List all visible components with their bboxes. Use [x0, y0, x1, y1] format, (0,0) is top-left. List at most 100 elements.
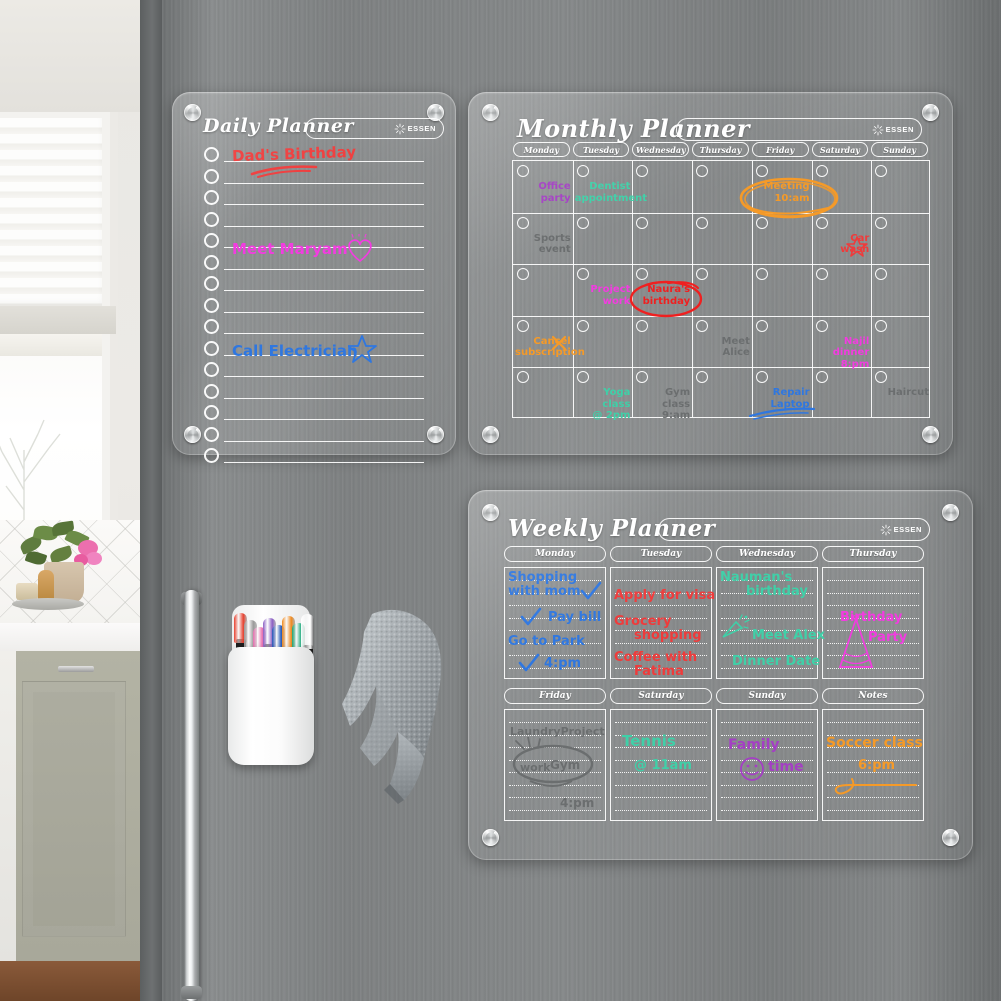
monthly-date-circle[interactable] [636, 268, 649, 281]
handle-bar [184, 590, 199, 1001]
monthly-date-circle[interactable] [696, 319, 709, 332]
monthly-date-circle[interactable] [696, 268, 709, 281]
monthly-day-header-tuesday: Tuesday [572, 142, 630, 157]
heart-icon [348, 234, 372, 263]
monthly-date-circle[interactable] [815, 216, 828, 229]
daily-checkbox[interactable] [204, 448, 219, 463]
weekly-day-header-notes: Notes [822, 688, 924, 704]
monthly-date-circle[interactable] [815, 319, 828, 332]
weekly-title-field[interactable]: ESSEN [658, 518, 930, 541]
daily-title-field[interactable]: ESSEN [305, 118, 444, 139]
weekly-note: work [520, 761, 551, 774]
monthly-date-circle[interactable] [517, 165, 529, 177]
daily-checkbox[interactable] [204, 362, 219, 377]
monthly-date-circle[interactable] [636, 216, 649, 229]
daily-checkbox[interactable] [204, 190, 219, 205]
daily-rule-line [224, 376, 424, 377]
monthly-note-9: Najil dinner 8:pm [832, 335, 870, 370]
daily-checkbox[interactable] [204, 319, 219, 334]
weekly-note: Meet Alex [752, 628, 826, 643]
weekly-note: LaundryProject [510, 725, 605, 738]
daily-checkbox[interactable] [204, 426, 219, 442]
monthly-date-circle[interactable] [576, 216, 589, 229]
monthly-date-circle[interactable] [696, 371, 709, 384]
daily-rule-line [224, 204, 424, 205]
weekly-day-header-friday: Friday [504, 688, 606, 704]
daily-checkbox[interactable] [204, 340, 219, 356]
monthly-date-circle[interactable] [815, 268, 828, 281]
daily-planner-board[interactable]: Daily Planner ESSEN Dad's Birthday Meet … [172, 92, 456, 463]
fridge-handle[interactable] [176, 590, 206, 1001]
monthly-date-circle[interactable] [576, 268, 589, 281]
weekly-rule-line [509, 630, 601, 632]
monthly-date-circle[interactable] [755, 216, 768, 229]
daily-checkbox[interactable] [204, 276, 219, 291]
daily-checkbox[interactable] [204, 383, 219, 399]
weekly-note: Pay bill [548, 610, 602, 625]
monthly-date-circle[interactable] [875, 268, 888, 281]
monthly-date-circle[interactable] [755, 268, 768, 281]
daily-checkbox[interactable] [204, 405, 219, 420]
fridge-door-gap [140, 0, 162, 1001]
cabinet-handle[interactable] [58, 666, 94, 672]
soap-tray [12, 598, 84, 610]
weekly-note: Go to Park [508, 634, 585, 649]
sunburst-icon [872, 124, 884, 136]
monthly-date-circle[interactable] [755, 371, 768, 384]
weekly-note: 4:pm [560, 796, 595, 810]
monthly-date-circle[interactable] [636, 319, 649, 332]
sunburst-icon [880, 524, 892, 536]
monthly-date-circle[interactable] [636, 371, 649, 384]
monthly-date-circle[interactable] [875, 371, 888, 384]
monthly-day-header-saturday: Saturday [811, 142, 869, 157]
monthly-date-circle[interactable] [636, 165, 649, 177]
weekly-note: shopping [634, 628, 702, 643]
monthly-note-13: Haircut [887, 387, 929, 399]
daily-checkbox[interactable] [204, 233, 219, 248]
daily-rule-line [224, 462, 424, 463]
monthly-date-circle[interactable] [815, 371, 828, 384]
monthly-date-circle[interactable] [576, 319, 589, 332]
kitchen-cabinet [0, 651, 140, 961]
monthly-date-circle[interactable] [696, 216, 709, 229]
weekly-note: Apply for visa [614, 588, 716, 603]
monthly-date-circle[interactable] [576, 371, 589, 384]
magnetic-pen-holder[interactable] [228, 605, 315, 765]
weekly-day-header-thursday: Thursday [822, 546, 924, 562]
monthly-title-field[interactable]: ESSEN [676, 118, 922, 141]
monthly-date-circle[interactable] [517, 371, 529, 384]
monthly-note-4: Car wash [840, 232, 870, 256]
daily-checkbox[interactable] [204, 147, 219, 162]
monthly-date-circle[interactable] [875, 165, 888, 177]
monthly-date-circle[interactable] [576, 165, 589, 177]
weekly-rule-line [509, 747, 601, 749]
monthly-note-10: Yoga class @ 2pm [592, 387, 631, 422]
weekly-planner-board[interactable]: Weekly Planner ESSEN Monday Tuesday Wedn… [468, 490, 973, 860]
daily-checkbox[interactable] [204, 168, 219, 184]
monthly-grid-vline [692, 161, 694, 417]
monthly-day-header-sunday: Sunday [871, 142, 928, 157]
window-blind [0, 118, 102, 306]
brand-name: ESSEN [885, 125, 914, 134]
monthly-date-circle[interactable] [815, 165, 828, 177]
monthly-date-circle[interactable] [696, 165, 709, 177]
daily-checkbox[interactable] [204, 297, 219, 313]
microfiber-towel[interactable] [338, 608, 450, 808]
daily-checkbox[interactable] [204, 211, 219, 227]
monthly-planner-board[interactable]: Monthly Planner ESSEN Monday Tuesday Wed… [468, 92, 953, 455]
monthly-date-circle[interactable] [755, 165, 768, 177]
monthly-date-circle[interactable] [517, 319, 529, 332]
daily-checkbox[interactable] [204, 254, 219, 270]
monthly-date-circle[interactable] [875, 319, 888, 332]
screw-bottom-right [942, 829, 959, 846]
weekly-rule-line [509, 722, 601, 724]
monthly-date-circle[interactable] [755, 319, 768, 332]
monthly-date-circle[interactable] [875, 216, 888, 229]
kitchen-fridge-scene: Daily Planner ESSEN Dad's Birthday Meet … [0, 0, 1001, 1001]
daily-note-1: Meet Maryam [232, 240, 348, 258]
weekly-rule-line [721, 797, 813, 799]
monthly-grid[interactable]: Office party Dentist appointment Meeting 10:a… [512, 160, 930, 421]
monthly-date-circle[interactable] [517, 216, 529, 229]
monthly-date-circle[interactable] [517, 268, 529, 281]
monthly-note-12: Repair Laptop [770, 387, 810, 410]
